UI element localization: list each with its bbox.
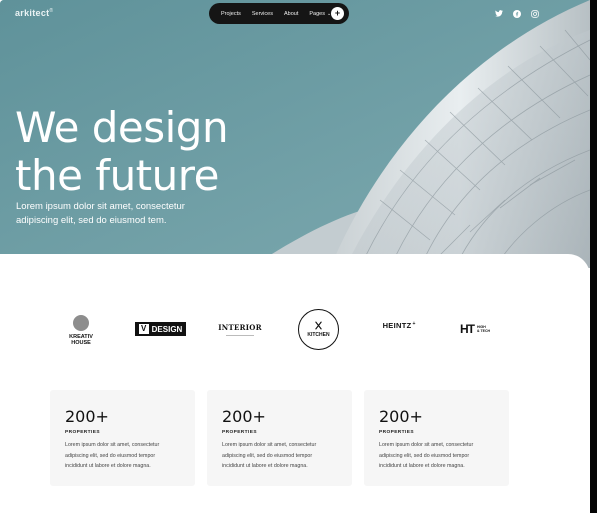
hero-headline-line-1: We design (15, 103, 229, 152)
high-tech-line-2: & TECH (476, 328, 491, 333)
hero-section: arkitect® Projects Services About Pages ⌄… (0, 0, 590, 268)
stat-description: Lorem ipsum dolor sit amet, consectetur … (222, 440, 340, 472)
stat-description: Lorem ipsum dolor sit amet, consectetur … (65, 440, 183, 472)
logo-high-tech: HT HIGH & TECH (456, 320, 494, 337)
facebook-icon[interactable] (511, 8, 522, 19)
stat-description: Lorem ipsum dolor sit amet, consectetur … (379, 440, 497, 472)
brand-name: arkitect (15, 8, 50, 18)
nav-pages-label: Pages (309, 10, 325, 17)
logo-kreativ-house: KREATIV HOUSE (63, 313, 99, 347)
stat-description-line-2: adipiscing elit, sed do eiusmod tempor (222, 452, 313, 459)
nav-link-projects[interactable]: Projects (221, 11, 241, 17)
logo-interior: INTERIOR (218, 320, 262, 338)
v-design-v: V (138, 324, 149, 334)
instagram-icon[interactable] (529, 8, 540, 19)
hero-subtext-line-2: adipiscing elit, sed do eiusmod tem. (16, 215, 167, 226)
stat-description-line-1: Lorem ipsum dolor sit amet, consectetur (65, 442, 160, 448)
kitchen-text: KITCHEN (307, 332, 330, 338)
stat-description-line-3: incididunt ut labore et dolore magna. (379, 463, 465, 469)
interior-text: INTERIOR (218, 322, 262, 332)
kreativ-line-2: HOUSE (71, 339, 91, 346)
hero-headline: We design the future (15, 103, 229, 200)
logo-v-design: V DESIGN (135, 322, 186, 336)
stat-number: 200+ (65, 407, 109, 426)
stat-description-line-1: Lorem ipsum dolor sit amet, consectetur (222, 442, 317, 448)
stat-card-1: 200+ PROPERTIES Lorem ipsum dolor sit am… (50, 390, 195, 486)
nav-link-services[interactable]: Services (252, 11, 273, 17)
stat-description-line-3: incididunt ut labore et dolore magna. (65, 463, 151, 469)
heintz-text: HEINTZ (382, 321, 412, 330)
hero-headline-line-2: the future (15, 151, 219, 200)
stat-description-line-2: adipiscing elit, sed do eiusmod tempor (379, 452, 470, 459)
main-navigation: Projects Services About Pages ⌄ + (209, 3, 349, 24)
stat-label: PROPERTIES (379, 430, 414, 435)
hero-subtext: Lorem ipsum dolor sit amet, consectetur … (16, 200, 236, 228)
social-links (493, 8, 547, 19)
logo-kitchen: KITCHEN (298, 309, 339, 350)
stat-description-line-2: adipiscing elit, sed do eiusmod tempor (65, 452, 156, 459)
stat-number: 200+ (222, 407, 266, 426)
stat-label: PROPERTIES (65, 430, 100, 435)
plus-icon-button[interactable]: + (331, 7, 344, 20)
high-tech-words: HIGH & TECH (477, 325, 490, 333)
brand-logo[interactable]: arkitect® (15, 8, 53, 18)
stat-label: PROPERTIES (222, 430, 257, 435)
twitter-icon[interactable] (493, 8, 504, 19)
stat-description-line-3: incididunt ut labore et dolore magna. (222, 463, 308, 469)
stat-card-3: 200+ PROPERTIES Lorem ipsum dolor sit am… (364, 390, 509, 486)
stat-description-line-1: Lorem ipsum dolor sit amet, consectetur (379, 442, 474, 448)
heintz-mark: + (412, 321, 416, 327)
kreativ-circle-icon (73, 314, 89, 331)
fork-knife-icon (315, 321, 322, 330)
hero-subtext-line-1: Lorem ipsum dolor sit amet, consectetur (16, 201, 185, 212)
nav-link-pages[interactable]: Pages ⌄ (309, 11, 331, 17)
nav-link-about[interactable]: About (284, 11, 298, 17)
brand-trademark: ® (49, 8, 54, 14)
stat-card-2: 200+ PROPERTIES Lorem ipsum dolor sit am… (207, 390, 352, 486)
high-tech-mark: HT (459, 321, 475, 336)
stat-number: 200+ (379, 407, 423, 426)
logo-heintz: HEINTZ + (381, 321, 417, 337)
v-design-text: DESIGN (151, 324, 183, 334)
interior-underline (226, 334, 254, 336)
device-frame-edge (590, 0, 597, 513)
